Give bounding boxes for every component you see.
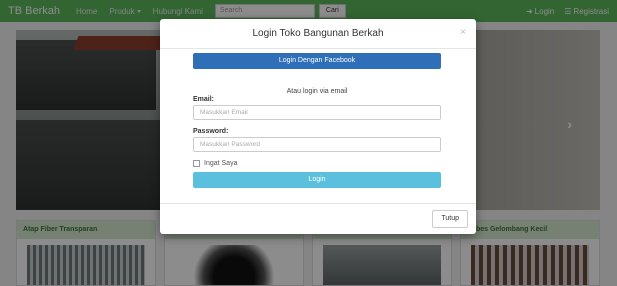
modal-title: Login Toko Bangunan Berkah bbox=[252, 28, 384, 39]
close-button[interactable]: Tutup bbox=[432, 210, 468, 228]
email-field[interactable]: Masukkan Email bbox=[193, 105, 441, 120]
or-login-email-text: Atau login via email bbox=[286, 88, 348, 95]
modal-footer: Tutup bbox=[160, 203, 476, 234]
login-button[interactable]: Login bbox=[193, 172, 441, 188]
remember-checkbox[interactable] bbox=[193, 160, 200, 167]
page: TB Berkah Home Produk Hubungi Kami Searc… bbox=[0, 0, 617, 286]
password-label: Password: bbox=[193, 128, 229, 135]
email-label: Email: bbox=[193, 96, 215, 103]
close-icon[interactable]: × bbox=[460, 27, 466, 38]
login-modal: Login Toko Bangunan Berkah × Login Denga… bbox=[160, 19, 476, 234]
facebook-login-button[interactable]: Login Dengan Facebook bbox=[193, 53, 441, 69]
modal-body: Login Dengan Facebook Atau login via ema… bbox=[193, 53, 441, 188]
modal-header: Login Toko Bangunan Berkah × bbox=[160, 19, 476, 49]
remember-label[interactable]: Ingat Saya bbox=[204, 160, 237, 167]
password-field[interactable]: Masukkan Password bbox=[193, 137, 441, 152]
remember-me: Ingat Saya bbox=[193, 160, 441, 167]
